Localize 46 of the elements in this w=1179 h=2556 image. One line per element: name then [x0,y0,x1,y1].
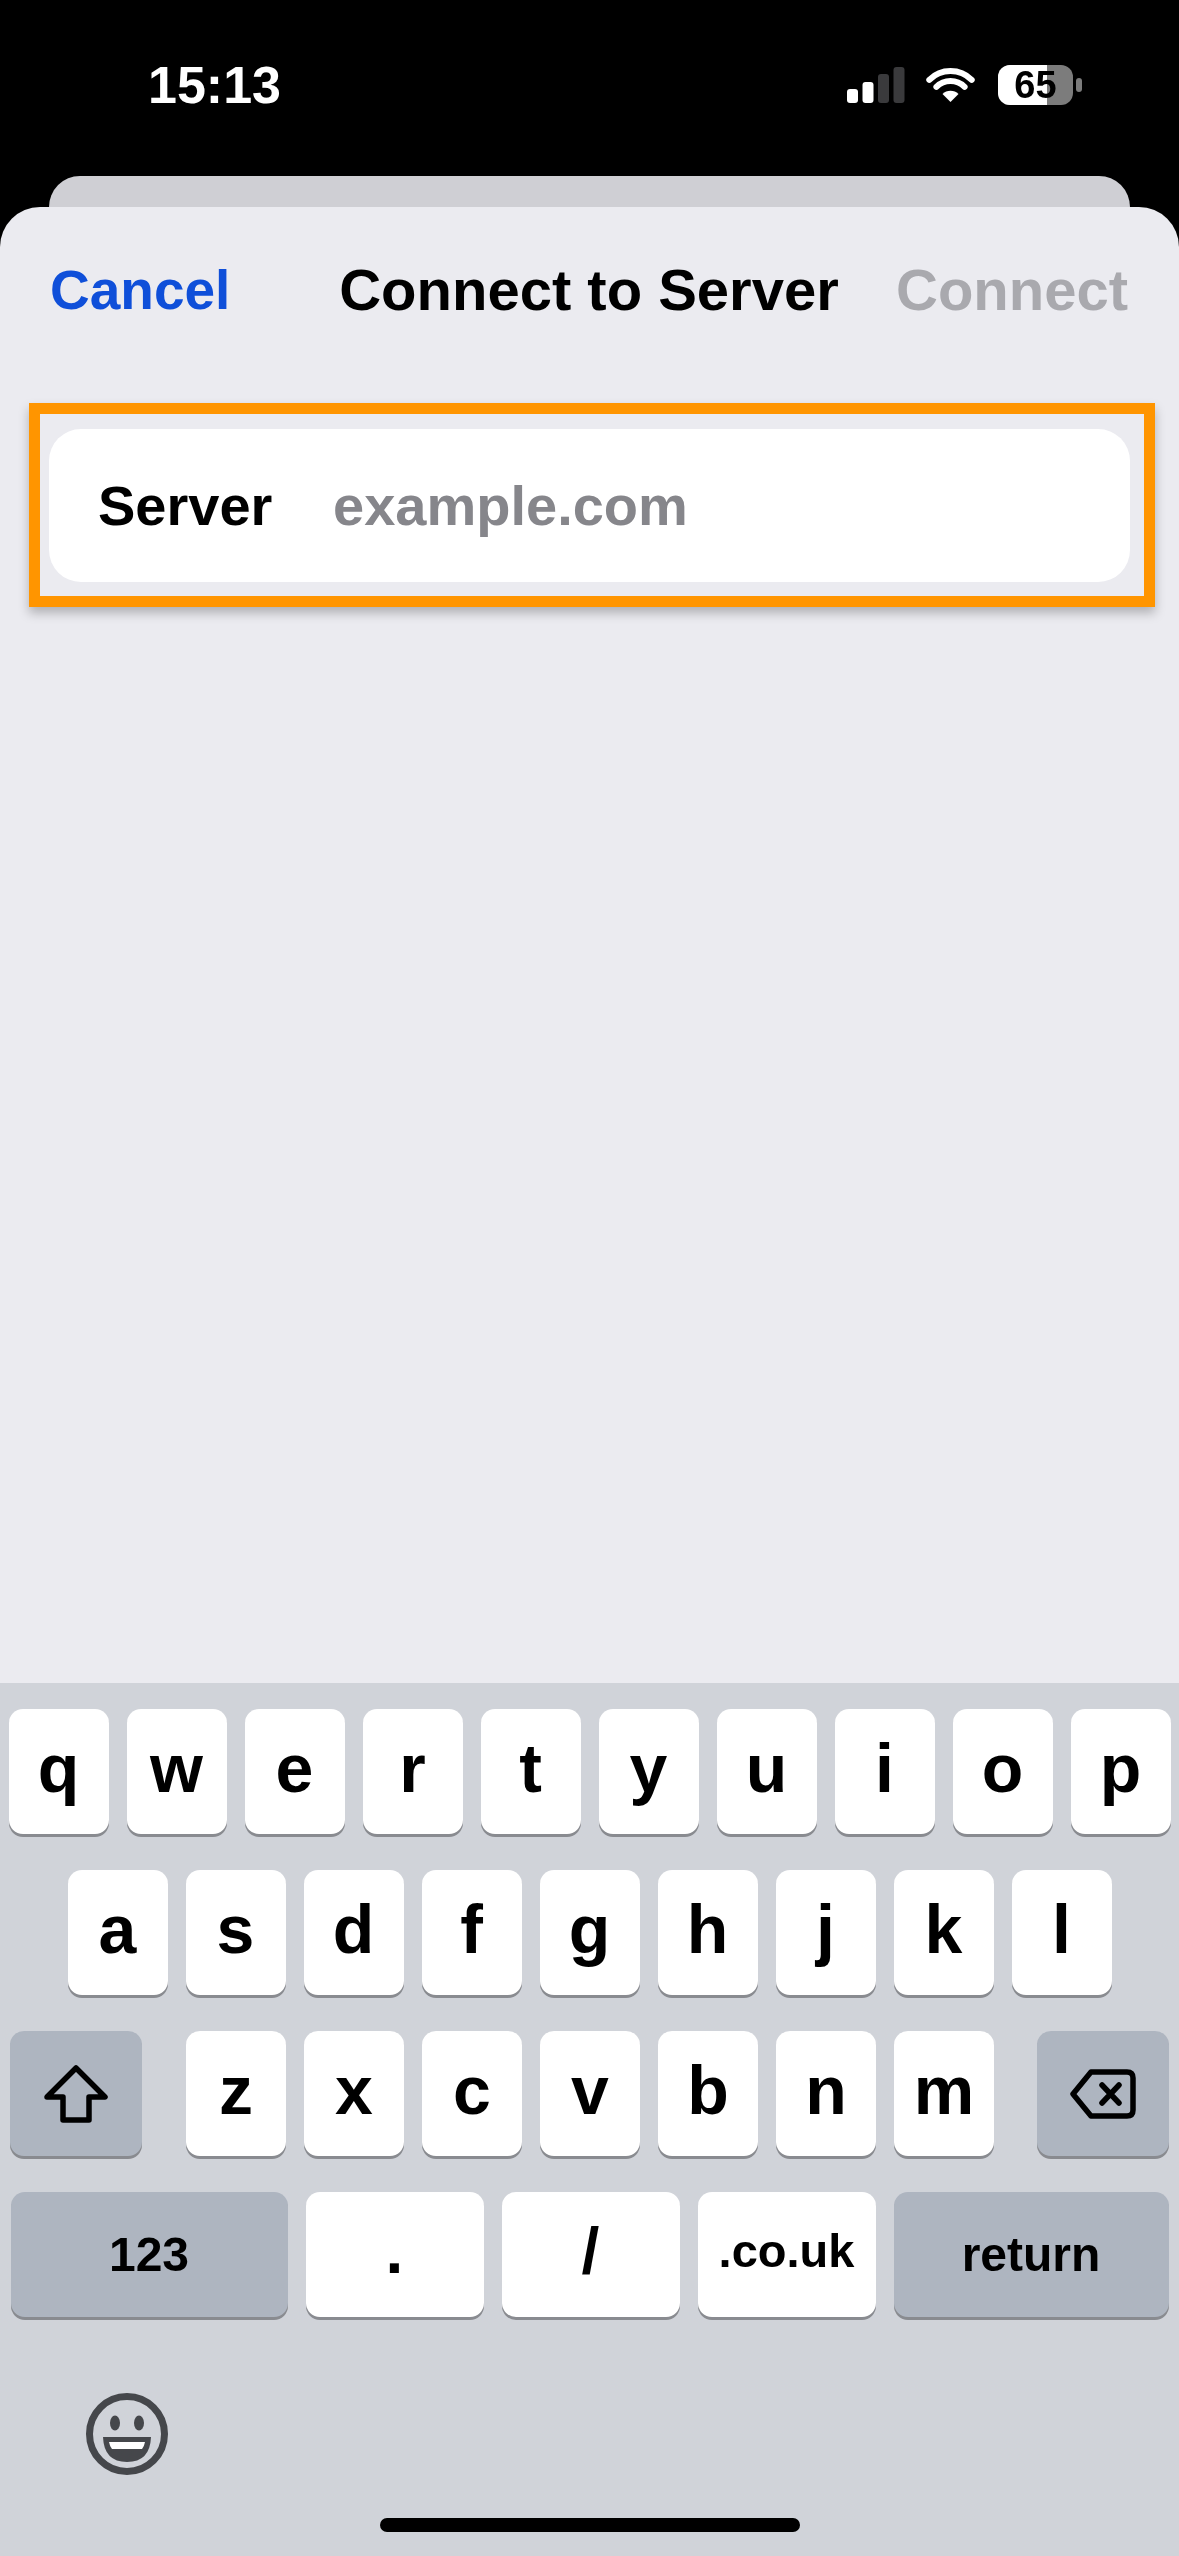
return-key[interactable]: return [893,2192,1169,2317]
letter-key[interactable]: m [894,2031,994,2156]
backspace-icon [1070,2068,1136,2119]
letter-key[interactable]: g [539,1870,640,1995]
delete-key[interactable] [1037,2031,1169,2156]
letter-key[interactable]: y [598,1709,699,1834]
letter-key[interactable]: s [185,1870,286,1995]
domain-key[interactable]: .co.uk [697,2192,876,2317]
letter-key[interactable]: z [186,2031,286,2156]
letter-key[interactable]: r [362,1709,463,1834]
letter-key[interactable]: n [776,2031,876,2156]
clock-time: 15:13 [148,59,281,111]
letter-key[interactable]: u [716,1709,817,1834]
symbol-key[interactable]: . [305,2192,484,2317]
shift-icon [43,2064,109,2123]
letter-key[interactable]: a [67,1870,168,1995]
server-label: Server [98,472,274,539]
letter-key[interactable]: w [126,1709,227,1834]
letter-key[interactable]: l [1011,1870,1112,1995]
shift-key[interactable] [10,2031,142,2156]
battery-percentage: 65 [1014,66,1057,104]
cancel-button[interactable]: Cancel [50,257,231,323]
symbol-key[interactable]: / [501,2192,680,2317]
signal-icon [847,67,905,103]
letter-key[interactable]: i [834,1709,935,1834]
letter-key[interactable]: e [244,1709,345,1834]
letter-key[interactable]: c [422,2031,522,2156]
sheet-title: Connect to Server [339,256,839,325]
letter-key[interactable]: q [8,1709,109,1834]
emoji-icon[interactable] [85,2392,169,2476]
server-input[interactable]: example.com [333,429,1130,582]
battery-icon [998,65,1083,105]
letter-key[interactable]: b [658,2031,758,2156]
letter-key[interactable]: v [540,2031,640,2156]
letter-key[interactable]: k [893,1870,994,1995]
letter-key[interactable]: f [421,1870,522,1995]
letter-key[interactable]: d [303,1870,404,1995]
letter-key[interactable]: h [657,1870,758,1995]
letter-key[interactable]: o [952,1709,1053,1834]
letter-key[interactable]: t [480,1709,581,1834]
letter-key[interactable]: p [1070,1709,1171,1834]
letter-key[interactable]: x [304,2031,404,2156]
server-field[interactable]: Server example.com [49,429,1130,582]
numbers-key[interactable]: 123 [10,2192,288,2317]
letter-key[interactable]: j [775,1870,876,1995]
wifi-icon [925,67,976,103]
